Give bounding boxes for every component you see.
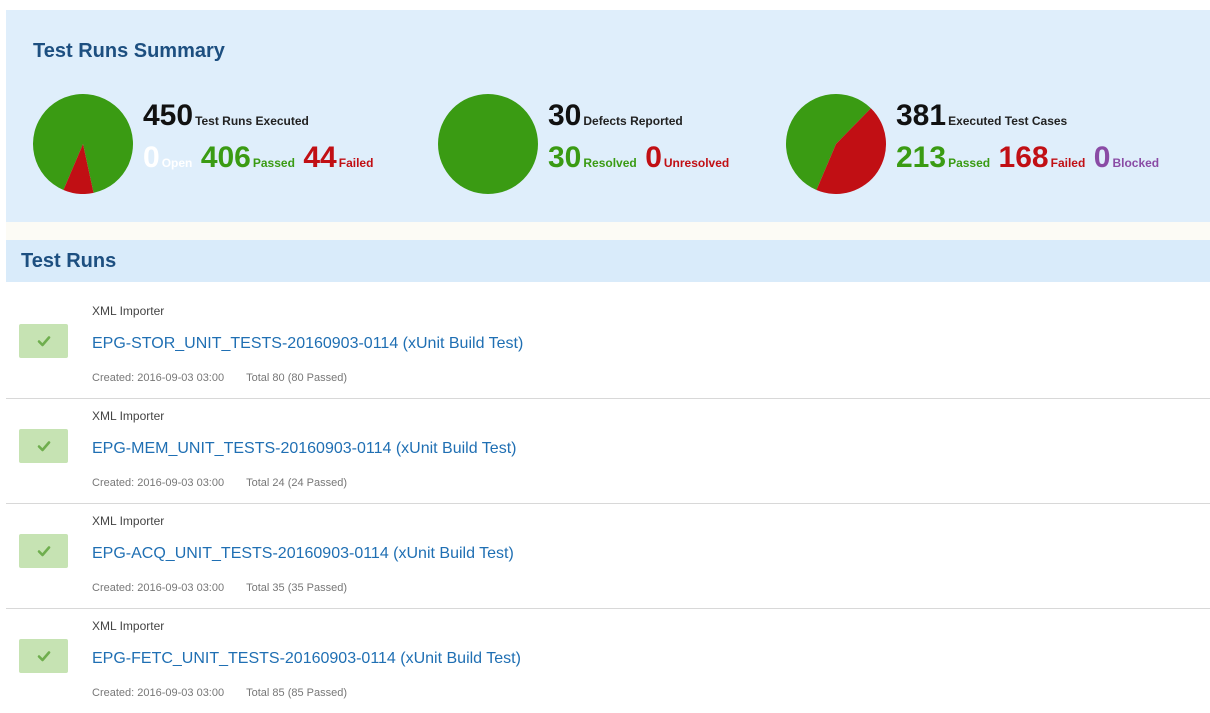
cases-blocked-count: 0 [1093, 141, 1111, 174]
run-source: XML Importer [92, 409, 165, 423]
cases-blocked-label: Blocked [1112, 156, 1160, 170]
cases-passed-label: Passed [948, 156, 991, 170]
summary-title: Test Runs Summary [33, 40, 225, 62]
check-icon [37, 651, 50, 662]
section-divider [6, 222, 1210, 240]
run-total: Total 80 (80 Passed) [246, 372, 347, 384]
run-title-link[interactable]: EPG-ACQ_UNIT_TESTS-20160903-0114 (xUnit … [92, 545, 514, 563]
test-runs-pie-chart [33, 94, 133, 194]
run-title-link[interactable]: EPG-MEM_UNIT_TESTS-20160903-0114 (xUnit … [92, 440, 516, 458]
test-cases-total: 381 [896, 99, 947, 132]
run-created: Created: 2016-09-03 03:00 [92, 582, 225, 594]
run-created: Created: 2016-09-03 03:00 [92, 477, 225, 489]
passed-status-button[interactable] [19, 639, 68, 673]
resolved-count: 30 [548, 141, 582, 174]
passed-status-button[interactable] [19, 324, 68, 358]
check-icon [37, 336, 50, 347]
unresolved-count: 0 [645, 141, 662, 174]
test-runs-list: XML Importer EPG-STOR_UNIT_TESTS-2016090… [6, 294, 1210, 713]
resolved-label: Resolved [583, 156, 637, 170]
test-cases-total-label: Executed Test Cases [948, 114, 1068, 128]
failed-count: 44 [303, 141, 337, 174]
test-run-row: XML Importer EPG-FETC_UNIT_TESTS-2016090… [6, 609, 1210, 713]
passed-status-button[interactable] [19, 534, 68, 568]
test-run-row: XML Importer EPG-ACQ_UNIT_TESTS-20160903… [6, 504, 1210, 609]
test-run-row: XML Importer EPG-STOR_UNIT_TESTS-2016090… [6, 294, 1210, 399]
test-run-row: XML Importer EPG-MEM_UNIT_TESTS-20160903… [6, 399, 1210, 504]
defects-pie-chart [438, 94, 538, 194]
run-meta: Created: 2016-09-03 03:00 Total 35 (35 Pa… [92, 582, 347, 594]
run-title-link[interactable]: EPG-STOR_UNIT_TESTS-20160903-0114 (xUnit… [92, 335, 523, 353]
run-source: XML Importer [92, 619, 165, 633]
test-runs-summary-panel: Test Runs Summary 450 Test Runs Executed … [6, 10, 1210, 222]
run-meta: Created: 2016-09-03 03:00 Total 24 (24 Pa… [92, 477, 347, 489]
pie-slice-passed [438, 94, 538, 194]
open-label: Open [161, 156, 193, 170]
run-title-link[interactable]: EPG-FETC_UNIT_TESTS-20160903-0114 (xUnit… [92, 650, 521, 668]
test-cases-pie-chart [786, 94, 886, 194]
run-source: XML Importer [92, 304, 165, 318]
run-created: Created: 2016-09-03 03:00 [92, 687, 225, 699]
open-count: 0 [143, 141, 160, 174]
defects-total: 30 [548, 99, 582, 132]
check-icon [37, 546, 50, 557]
run-source: XML Importer [92, 514, 165, 528]
passed-status-button[interactable] [19, 429, 68, 463]
test-runs-header: Test Runs [6, 240, 1210, 282]
check-icon [37, 441, 50, 452]
test-runs-total-label: Test Runs Executed [195, 114, 309, 128]
run-meta: Created: 2016-09-03 03:00 Total 80 (80 Pa… [92, 372, 347, 384]
run-created: Created: 2016-09-03 03:00 [92, 372, 225, 384]
cases-failed-count: 168 [998, 141, 1049, 174]
run-meta: Created: 2016-09-03 03:00 Total 85 (85 Pa… [92, 687, 347, 699]
passed-label: Passed [252, 156, 295, 170]
passed-count: 406 [200, 141, 251, 174]
failed-label: Failed [338, 156, 374, 170]
run-total: Total 35 (35 Passed) [246, 582, 347, 594]
defects-total-label: Defects Reported [583, 114, 683, 128]
unresolved-label: Unresolved [663, 156, 730, 170]
cases-failed-label: Failed [1050, 156, 1086, 170]
run-total: Total 85 (85 Passed) [246, 687, 347, 699]
cases-passed-count: 213 [896, 141, 947, 174]
run-total: Total 24 (24 Passed) [246, 477, 347, 489]
test-runs-total: 450 [143, 99, 194, 132]
test-runs-title: Test Runs [21, 250, 117, 272]
